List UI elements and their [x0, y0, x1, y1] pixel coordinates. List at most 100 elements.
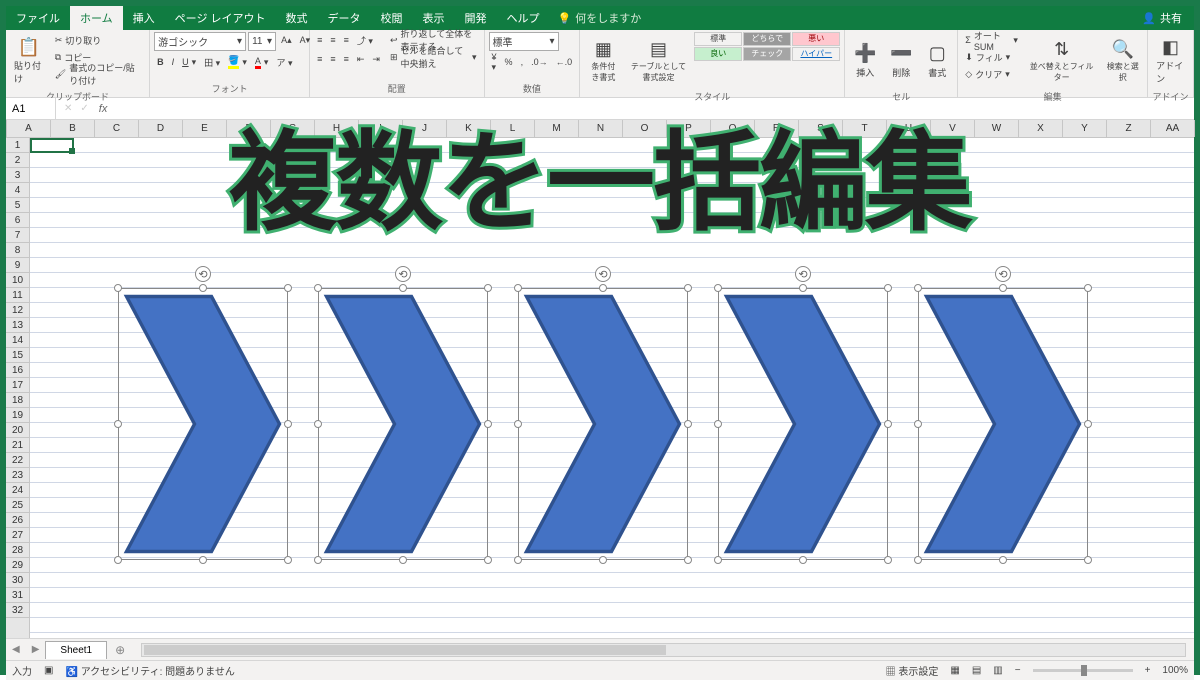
chevron-shape[interactable]: ⟲: [518, 288, 688, 560]
column-header[interactable]: L: [491, 120, 535, 137]
resize-handle[interactable]: [1084, 420, 1092, 428]
resize-handle[interactable]: [684, 420, 692, 428]
cells-area[interactable]: ⟲ ⟲ ⟲: [30, 138, 1194, 638]
find-select-button[interactable]: 🔍検索と選択: [1102, 32, 1143, 88]
column-header[interactable]: W: [975, 120, 1019, 137]
resize-handle[interactable]: [514, 556, 522, 564]
view-pagebreak-button[interactable]: ▥: [993, 665, 1002, 676]
resize-handle[interactable]: [884, 556, 892, 564]
resize-handle[interactable]: [684, 556, 692, 564]
row-header[interactable]: 27: [6, 528, 29, 543]
resize-handle[interactable]: [999, 284, 1007, 292]
fx-button[interactable]: fx: [93, 103, 114, 115]
column-header[interactable]: M: [535, 120, 579, 137]
tab-formulas[interactable]: 数式: [276, 6, 318, 30]
font-name-select[interactable]: 游ゴシック▾: [154, 32, 246, 51]
chevron-shape[interactable]: ⟲: [918, 288, 1088, 560]
rotate-handle[interactable]: ⟲: [395, 266, 411, 282]
row-header[interactable]: 2: [6, 153, 29, 168]
resize-handle[interactable]: [284, 556, 292, 564]
view-normal-button[interactable]: ▦: [950, 665, 959, 676]
row-header[interactable]: 17: [6, 378, 29, 393]
resize-handle[interactable]: [714, 556, 722, 564]
row-header[interactable]: 15: [6, 348, 29, 363]
column-header[interactable]: E: [183, 120, 227, 137]
accessibility-status[interactable]: ♿ アクセシビリティ: 問題ありません: [65, 663, 234, 678]
conditional-formatting-button[interactable]: ▦ 条件付き書式: [584, 32, 623, 88]
increase-font-button[interactable]: A▴: [278, 32, 295, 48]
share-button[interactable]: 👤 共有: [1130, 10, 1194, 26]
row-header[interactable]: 30: [6, 573, 29, 588]
resize-handle[interactable]: [799, 284, 807, 292]
style-hyperlink[interactable]: ハイパーリ…: [792, 47, 840, 61]
resize-handle[interactable]: [999, 556, 1007, 564]
style-normal[interactable]: 標準: [694, 32, 742, 46]
format-as-table-button[interactable]: ▤ テーブルとして書式設定: [627, 32, 691, 88]
resize-handle[interactable]: [114, 284, 122, 292]
resize-handle[interactable]: [114, 420, 122, 428]
column-header[interactable]: Z: [1107, 120, 1151, 137]
zoom-in-button[interactable]: +: [1145, 665, 1151, 676]
column-header[interactable]: B: [51, 120, 95, 137]
resize-handle[interactable]: [114, 556, 122, 564]
decrease-decimal-button[interactable]: ←.0: [553, 54, 576, 70]
format-cells-button[interactable]: ▢書式: [921, 32, 953, 88]
formula-input[interactable]: [113, 103, 1190, 115]
column-header[interactable]: J: [403, 120, 447, 137]
row-header[interactable]: 24: [6, 483, 29, 498]
column-header[interactable]: N: [579, 120, 623, 137]
enter-icon[interactable]: ✓: [76, 103, 92, 114]
column-header[interactable]: Q: [711, 120, 755, 137]
align-center-button[interactable]: ≡: [327, 51, 338, 67]
resize-handle[interactable]: [314, 556, 322, 564]
display-settings-button[interactable]: ▦ 表示設定: [886, 663, 939, 678]
insert-cells-button[interactable]: ➕挿入: [849, 32, 881, 88]
column-header[interactable]: G: [271, 120, 315, 137]
chevron-shape[interactable]: ⟲: [718, 288, 888, 560]
row-header[interactable]: 1: [6, 138, 29, 153]
row-header[interactable]: 5: [6, 198, 29, 213]
column-header[interactable]: U: [887, 120, 931, 137]
indent-increase-button[interactable]: ⇥: [369, 51, 383, 67]
cut-button[interactable]: ✂切り取り: [52, 32, 145, 48]
column-header[interactable]: D: [139, 120, 183, 137]
orientation-button[interactable]: ⤴ ▾: [354, 32, 376, 48]
column-header[interactable]: V: [931, 120, 975, 137]
row-header[interactable]: 29: [6, 558, 29, 573]
merge-center-button[interactable]: ⊞セルを結合して中央揃え ▾: [387, 49, 480, 65]
resize-handle[interactable]: [514, 420, 522, 428]
column-header[interactable]: P: [667, 120, 711, 137]
resize-handle[interactable]: [914, 556, 922, 564]
row-header[interactable]: 7: [6, 228, 29, 243]
paste-button[interactable]: 📋 貼り付け: [10, 32, 48, 88]
style-good[interactable]: 良い: [694, 47, 742, 61]
number-format-select[interactable]: 標準▾: [489, 32, 559, 51]
zoom-slider[interactable]: [1033, 669, 1133, 672]
resize-handle[interactable]: [599, 556, 607, 564]
align-middle-button[interactable]: ≡: [327, 32, 338, 48]
align-left-button[interactable]: ≡: [314, 51, 325, 67]
tab-file[interactable]: ファイル: [6, 6, 70, 30]
align-bottom-button[interactable]: ≡: [341, 32, 352, 48]
resize-handle[interactable]: [199, 556, 207, 564]
column-header[interactable]: AA: [1151, 120, 1195, 137]
row-header[interactable]: 18: [6, 393, 29, 408]
sheet-nav-next[interactable]: ▶: [26, 644, 46, 655]
row-header[interactable]: 20: [6, 423, 29, 438]
row-header[interactable]: 21: [6, 438, 29, 453]
delete-cells-button[interactable]: ➖削除: [885, 32, 917, 88]
column-header[interactable]: S: [799, 120, 843, 137]
column-header[interactable]: A: [7, 120, 51, 137]
resize-handle[interactable]: [399, 284, 407, 292]
column-header[interactable]: R: [755, 120, 799, 137]
tab-pagelayout[interactable]: ページ レイアウト: [165, 6, 276, 30]
chevron-shape[interactable]: ⟲: [118, 288, 288, 560]
resize-handle[interactable]: [684, 284, 692, 292]
italic-button[interactable]: I: [169, 54, 178, 70]
row-header[interactable]: 22: [6, 453, 29, 468]
resize-handle[interactable]: [1084, 284, 1092, 292]
column-header[interactable]: T: [843, 120, 887, 137]
chevron-shape[interactable]: ⟲: [318, 288, 488, 560]
zoom-out-button[interactable]: −: [1015, 665, 1021, 676]
column-header[interactable]: H: [315, 120, 359, 137]
